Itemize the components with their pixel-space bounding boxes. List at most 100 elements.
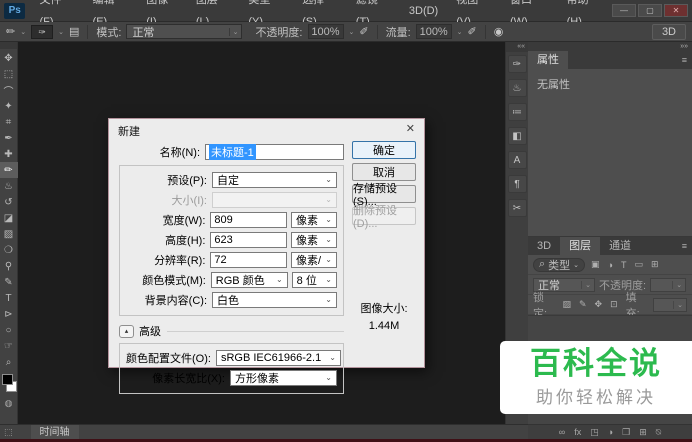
tool-presets-panel-icon[interactable]: ✂ (507, 199, 527, 217)
clone-stamp-tool[interactable]: ♨ (0, 178, 18, 194)
tab-3d[interactable]: 3D (528, 237, 560, 255)
expand-dock-icon[interactable]: «« (506, 42, 528, 52)
new-group-icon[interactable]: ❒ (622, 427, 630, 438)
preset-select[interactable]: 自定 ⌄ (212, 171, 337, 188)
color-mode-select[interactable]: RGB 颜色 ⌄ (210, 271, 288, 288)
eraser-tool[interactable]: ◪ (0, 210, 18, 226)
healing-brush-tool[interactable]: ✚ (0, 146, 18, 162)
opacity-dropdown-icon[interactable]: ⌄ (349, 28, 355, 36)
flow-input[interactable]: 100% (415, 24, 452, 39)
timeline-panel-icon[interactable]: ⬚ (4, 427, 13, 438)
foreground-color-swatch[interactable] (1, 374, 13, 385)
airbrush-style-icon[interactable]: ✐ (468, 25, 477, 38)
panel-menu-icon[interactable]: ≡ (682, 237, 692, 255)
history-brush-tool[interactable]: ↺ (0, 194, 18, 210)
hand-tool[interactable]: ☞ (0, 338, 18, 354)
close-button[interactable]: ✕ (664, 4, 688, 17)
dialog-close-icon[interactable]: ✕ (406, 122, 415, 135)
clone-stamp-icon: ♨ (4, 180, 13, 192)
styles-panel-icon[interactable]: ◧ (507, 127, 527, 145)
dodge-tool[interactable]: ⚲ (0, 258, 18, 274)
width-row: 宽度(W): 809 像素 ⌄ (126, 210, 337, 229)
width-unit-select[interactable]: 像素 ⌄ (291, 211, 337, 228)
panel-menu-icon[interactable]: ≡ (682, 51, 692, 69)
character-panel-icon[interactable]: A (507, 151, 527, 169)
layer-mask-icon[interactable]: ◳ (590, 427, 599, 438)
new-layer-icon[interactable]: ⊞ (639, 427, 647, 438)
color-profile-label: 颜色配置文件(O): (126, 352, 211, 365)
brush-preset-picker[interactable]: ✑ (31, 24, 54, 39)
minimize-button[interactable]: — (612, 4, 636, 17)
brush-tool[interactable]: ✏ (0, 162, 18, 178)
height-unit-select[interactable]: 像素 ⌄ (291, 231, 337, 248)
color-profile-select[interactable]: sRGB IEC61966-2.1 ⌄ (215, 349, 341, 366)
move-tool[interactable]: ✥ (0, 50, 18, 66)
pressure-icon[interactable]: ◉ (494, 25, 504, 38)
quick-mask-icon[interactable]: ◍ (5, 398, 13, 409)
background-select[interactable]: 白色 ⌄ (212, 291, 337, 308)
pixel-aspect-select[interactable]: 方形像素 ⌄ (230, 369, 337, 386)
filter-shape-layers-icon[interactable]: ▭ (633, 259, 646, 270)
crop-tool[interactable]: ⌗ (0, 114, 18, 130)
flow-dropdown-icon[interactable]: ⌄ (457, 28, 463, 36)
layer-style-icon[interactable]: fx (574, 427, 581, 437)
resolution-unit-select[interactable]: 像素/英寸 ⌄ (291, 251, 337, 268)
layer-opacity-input[interactable]: ⌄ (650, 277, 687, 292)
gradient-tool[interactable]: ▨ (0, 226, 18, 242)
tab-layers[interactable]: 图层 (560, 237, 601, 255)
brush-tool-icon[interactable]: ✏ (6, 25, 15, 38)
resolution-value: 72 (214, 253, 227, 266)
delete-layer-icon[interactable]: ⍉ (656, 427, 661, 438)
clone-source-panel-icon[interactable]: ♨ (507, 79, 527, 97)
layer-fill-input[interactable]: ⌄ (653, 297, 687, 312)
opacity-input[interactable]: 100% (307, 24, 344, 39)
height-input[interactable]: 623 (210, 231, 287, 248)
tab-timeline[interactable]: 时间轴 (30, 424, 79, 440)
filter-adjustment-layers-icon[interactable]: ◑ (606, 260, 615, 270)
tab-properties[interactable]: 属性 (528, 51, 568, 69)
shape-tool[interactable]: ○ (0, 322, 18, 338)
brush-tool-dropdown-icon[interactable]: ⌄ (20, 28, 26, 36)
workspace-switcher-button[interactable]: 3D (651, 23, 686, 40)
advanced-toggle-icon[interactable]: ▴ (119, 324, 134, 338)
filter-smart-objects-icon[interactable]: ⊞ (649, 259, 661, 270)
collapse-panels-icon[interactable]: »» (528, 42, 692, 51)
toolbar-grip[interactable] (0, 42, 17, 49)
brush-presets-panel-icon[interactable]: ✑ (507, 55, 527, 73)
marquee-tool[interactable]: ⬚ (0, 66, 18, 82)
zoom-tool[interactable]: ⌕ (0, 354, 18, 370)
layer-filter-select[interactable]: ⌕ 类型 ⌄ (533, 257, 586, 272)
eyedropper-tool[interactable]: ✒ (0, 130, 18, 146)
name-input[interactable]: 未标题-1 (205, 143, 344, 160)
tab-channels[interactable]: 通道 (600, 237, 640, 255)
resolution-input[interactable]: 72 (210, 251, 287, 268)
menu-3d[interactable]: 3D(D) (400, 0, 447, 22)
path-selection-tool[interactable]: ⊳ (0, 306, 18, 322)
blend-mode-select[interactable]: 正常 ⌄ (126, 24, 243, 39)
lock-pixels-icon[interactable]: ✎ (577, 299, 589, 310)
save-preset-button[interactable]: 存储预设(S)... (352, 183, 416, 208)
brush-preset-dropdown-icon[interactable]: ⌄ (58, 28, 64, 36)
pen-tool[interactable]: ✎ (0, 274, 18, 290)
cancel-button[interactable]: 取消 (352, 163, 416, 181)
link-layers-icon[interactable]: ∞ (559, 427, 565, 437)
paragraph-panel-icon[interactable]: ¶ (507, 175, 527, 193)
airbrush-icon[interactable]: ✐ (359, 25, 368, 38)
dialog-title-bar[interactable]: 新建 ✕ (109, 119, 424, 139)
lasso-tool[interactable]: ⌒ (0, 82, 18, 98)
lock-transparent-icon[interactable]: ▨ (560, 299, 573, 310)
width-input[interactable]: 809 (210, 211, 287, 228)
maximize-button[interactable]: ▢ (638, 4, 662, 17)
filter-pixel-layers-icon[interactable]: ▣ (589, 259, 602, 270)
lock-all-icon[interactable]: ⊡ (608, 299, 620, 310)
ok-button[interactable]: 确定 (352, 141, 416, 159)
lock-position-icon[interactable]: ✥ (593, 299, 605, 310)
adjustments-panel-icon[interactable]: ≔ (507, 103, 527, 121)
toggle-brush-panel-icon[interactable]: ▤ (69, 25, 79, 38)
filter-type-layers-icon[interactable]: T (619, 260, 629, 270)
blur-tool[interactable]: ❍ (0, 242, 18, 258)
type-tool[interactable]: T (0, 290, 18, 306)
magic-wand-tool[interactable]: ✦ (0, 98, 18, 114)
bit-depth-select[interactable]: 8 位 ⌄ (291, 271, 337, 288)
adjustment-layer-icon[interactable]: ◑ (608, 427, 613, 437)
